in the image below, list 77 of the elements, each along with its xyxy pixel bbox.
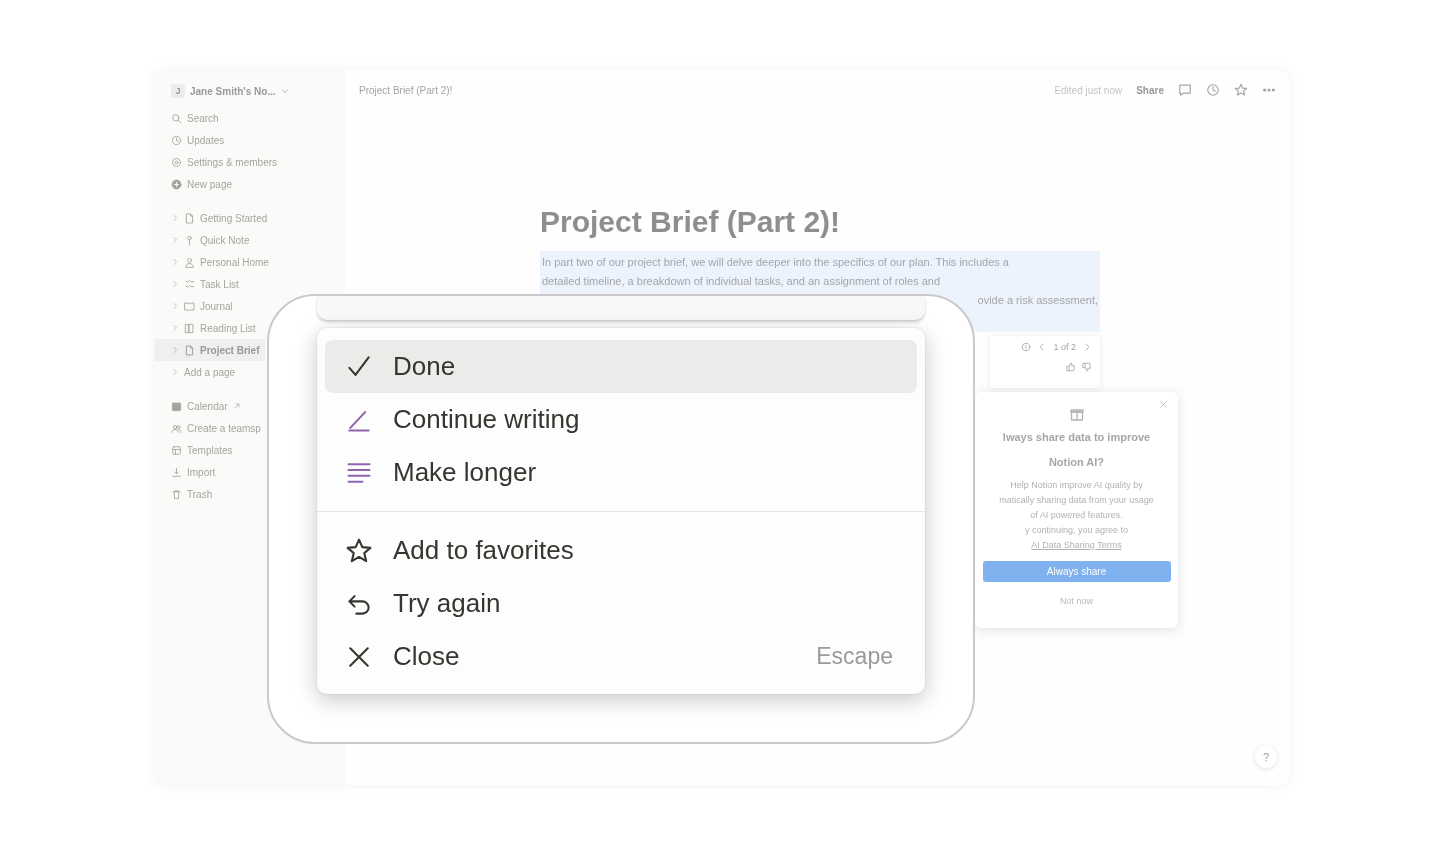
chevron-icon — [171, 280, 179, 288]
shortcut-hint: Escape — [816, 643, 893, 670]
chevron-icon — [171, 258, 179, 266]
menu-item[interactable]: Close Escape — [325, 630, 917, 683]
paragraph-line: detailed timeline, a breakdown of individual tasks, and an assignment of roles and — [542, 274, 942, 289]
thumbs-up-icon[interactable] — [1066, 362, 1076, 372]
plus-icon — [171, 178, 182, 190]
chevron-icon — [280, 87, 289, 95]
sidebar-item[interactable]: Settings & members — [155, 151, 282, 173]
sidebar-item[interactable]: New page — [155, 173, 237, 195]
pin-icon — [184, 234, 195, 246]
page-item[interactable]: Journal — [155, 295, 237, 317]
share-button[interactable]: Share — [1136, 84, 1164, 96]
info-icon — [1021, 342, 1032, 352]
template-icon — [171, 444, 182, 456]
terms-link[interactable]: AI Data Sharing Terms — [999, 538, 1154, 553]
always-share-button[interactable]: Always share — [982, 561, 1171, 582]
page-item[interactable]: Task List — [155, 273, 243, 295]
popup-title: lways share data to improve — [1002, 430, 1151, 445]
search-icon — [171, 112, 182, 124]
document-icon — [184, 212, 195, 224]
edit-status: Edited just now — [1054, 84, 1123, 96]
download-icon — [171, 466, 182, 478]
sidebar-item[interactable]: Create a teamsp — [155, 417, 265, 439]
sidebar-item[interactable]: Calendar — [155, 395, 245, 417]
menu-item[interactable]: Continue writing — [325, 393, 917, 446]
popup-text: Help Notion improve AI quality by — [1009, 479, 1144, 492]
page-item[interactable]: Project Brief — [155, 339, 265, 361]
chevron-icon — [171, 214, 179, 222]
sidebar-item[interactable]: Updates — [155, 129, 229, 151]
sidebar-item[interactable]: Templates — [155, 439, 237, 461]
books-icon — [184, 322, 195, 334]
popup-text: of AI powered features. — [1029, 509, 1124, 522]
sidebar-item[interactable]: Search — [155, 107, 223, 129]
page-item[interactable]: Getting Started — [155, 207, 272, 229]
menu-item[interactable]: Add to favorites — [325, 524, 917, 577]
close-icon[interactable] — [1159, 400, 1168, 409]
popup-text: matically sharing data from your usage — [999, 494, 1154, 507]
page-item[interactable]: Reading List — [155, 317, 260, 339]
paragraph-line: In part two of our project brief, we will delve deeper into the specifics of our plan. This includes a — [542, 255, 1010, 270]
person-icon — [184, 256, 195, 268]
calendar-icon — [171, 400, 182, 412]
breadcrumb[interactable]: Project Brief (Part 2)! — [359, 84, 453, 96]
popup-title: Notion AI? — [1048, 455, 1105, 470]
chevron-icon — [171, 302, 179, 310]
menu-item[interactable]: Done — [325, 340, 917, 393]
pager-count: 1 of 2 — [1053, 342, 1076, 352]
page-title: Project Brief (Part 2)! — [540, 205, 842, 239]
workspace-name[interactable]: Jane Smith's No... — [190, 85, 276, 97]
popup-text: y continuing, you agree to — [1023, 524, 1130, 537]
comment-icon[interactable] — [1178, 83, 1192, 97]
chevron-icon — [171, 324, 179, 332]
not-now-button[interactable]: Not now — [1060, 596, 1093, 606]
thumbs-down-icon[interactable] — [1082, 362, 1092, 372]
chevron-icon — [171, 368, 179, 376]
clock-icon — [171, 134, 182, 146]
menu-item[interactable]: Make longer — [325, 446, 917, 499]
workspace-avatar: J — [171, 84, 185, 98]
people-icon — [171, 422, 182, 434]
sidebar-item[interactable]: Trash — [155, 483, 217, 505]
page-item[interactable]: Personal Home — [155, 251, 273, 273]
paragraph-line: ovide a risk assessment, — [976, 293, 1098, 308]
clock-icon[interactable] — [1206, 83, 1220, 97]
chevron-icon — [171, 236, 179, 244]
add-page-item[interactable]: Add a page — [155, 361, 240, 383]
document-icon — [184, 344, 195, 356]
sidebar-item[interactable]: Import — [155, 461, 220, 483]
book-icon — [184, 300, 195, 312]
checklist-icon — [184, 278, 195, 290]
chevron-icon — [171, 346, 179, 354]
arrow-icon — [232, 402, 241, 410]
help-button[interactable]: ? — [1255, 746, 1277, 768]
trash-icon — [171, 488, 182, 500]
menu-item[interactable]: Try again — [325, 577, 917, 630]
chevron-icon[interactable] — [1082, 342, 1092, 352]
star-icon[interactable] — [1234, 83, 1248, 97]
page-item[interactable]: Quick Note — [155, 229, 254, 251]
